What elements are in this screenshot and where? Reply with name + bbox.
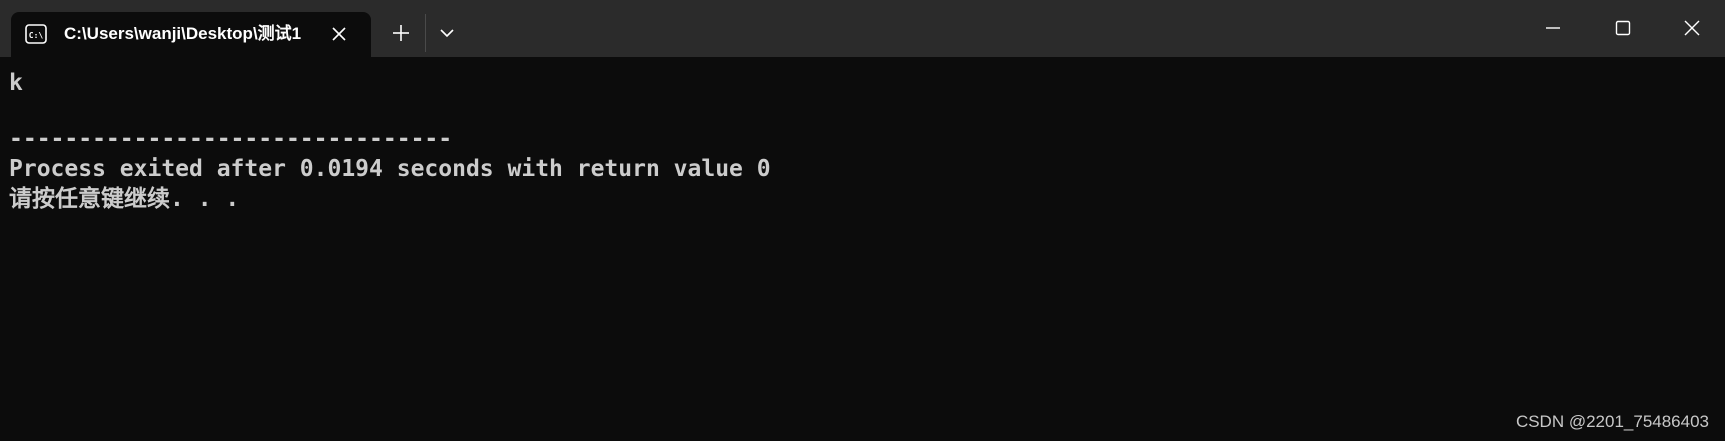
plus-icon[interactable] bbox=[390, 22, 412, 44]
console-line: -------------------------------- bbox=[9, 126, 453, 152]
console-output[interactable]: k -------------------------------- Proce… bbox=[0, 57, 1725, 441]
watermark: CSDN @2201_75486403 bbox=[1515, 412, 1709, 431]
maximize-icon[interactable] bbox=[1613, 18, 1633, 38]
console-line: k bbox=[9, 70, 23, 96]
console-line: 请按任意键继续. . . bbox=[9, 186, 240, 212]
chevron-down-icon[interactable] bbox=[438, 24, 456, 42]
tab-active[interactable]: C:\ C:\Users\wanji\Desktop\测试1 bbox=[11, 12, 371, 57]
minimize-icon[interactable] bbox=[1543, 18, 1563, 38]
titlebar-divider bbox=[425, 14, 426, 52]
terminal-window: C:\ C:\Users\wanji\Desktop\测试1 k -------… bbox=[0, 0, 1725, 441]
console-icon: C:\ bbox=[25, 24, 47, 44]
console-line: Process exited after 0.0194 seconds with… bbox=[9, 156, 771, 182]
close-icon[interactable] bbox=[1682, 18, 1702, 38]
title-bar[interactable]: C:\ C:\Users\wanji\Desktop\测试1 bbox=[0, 0, 1725, 57]
tab-title: C:\Users\wanji\Desktop\测试1 bbox=[64, 24, 302, 43]
close-icon[interactable] bbox=[329, 24, 349, 44]
svg-text:C:\: C:\ bbox=[29, 31, 44, 40]
